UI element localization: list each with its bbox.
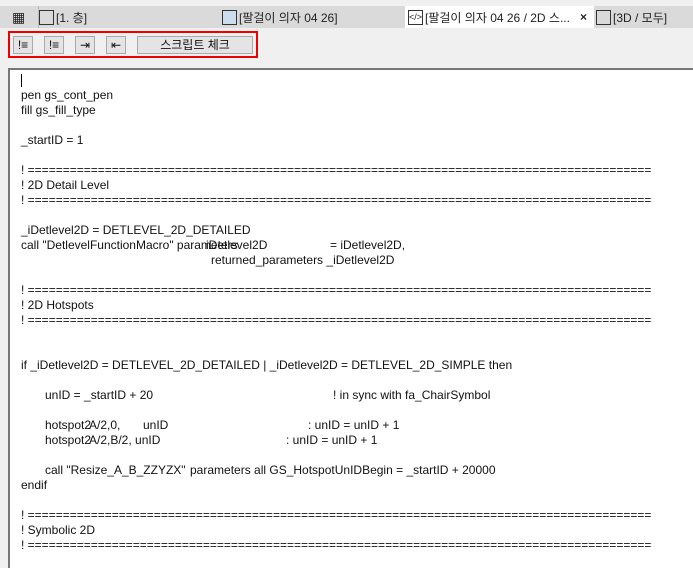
grid-icon: ▦ (12, 8, 26, 25)
code-line: if _iDetlevel2D = DETLEVEL_2D_DETAILED |… (21, 358, 513, 372)
separator-line: ! ======================================… (21, 538, 652, 552)
tab-object[interactable]: [팔걸이 의자 04 26] (222, 6, 338, 28)
script-editor[interactable]: pen gs_cont_pen fill gs_fill_type _start… (8, 68, 693, 568)
script-toolbar: !≡ !≡ ⇥ ⇤ 스크립트 체크 (8, 31, 258, 58)
floor-plan-icon (39, 9, 54, 25)
tab-3d[interactable]: [3D / 모두] (596, 6, 667, 28)
tab-2d-script[interactable]: </> [팔걸이 의자 04 26 / 2D 스... × (405, 6, 594, 28)
script-icon: </> (408, 9, 423, 25)
separator-line: ! ======================================… (21, 508, 652, 522)
text-cursor (21, 74, 22, 87)
view-grid-button[interactable]: ▦ (12, 6, 25, 28)
separator-line: ! ======================================… (21, 313, 652, 327)
code-line: _iDetlevel2D = DETLEVEL_2D_DETAILED (21, 223, 251, 237)
separator-line: ! ======================================… (21, 283, 652, 297)
section-heading: ! 2D Detail Level (21, 178, 110, 192)
code-line: unID = _startID + 20! in sync with fa_Ch… (45, 388, 491, 402)
separator-line: ! ======================================… (21, 163, 652, 177)
code-line: returned_parameters _iDetlevel2D (211, 253, 395, 267)
code-line: hotspot2 A/2,0, unID: unID = unID + 1 (45, 418, 400, 432)
close-tab-button[interactable]: × (580, 10, 587, 24)
section-heading: ! 2D Hotspots (21, 298, 94, 312)
code-line: hotspot2 A/2,B/2, unID: unID = unID + 1 (45, 433, 378, 447)
tab-floor[interactable]: [1. 층] (38, 6, 87, 28)
code-line: call "Resize_A_B_ZZYZX" parameters all GS… (45, 463, 496, 477)
object-icon (222, 9, 237, 25)
uncomment-icon: !≡ (48, 38, 60, 52)
code-line: endif (21, 478, 48, 492)
outdent-icon: ⇤ (110, 38, 122, 52)
code-line: pen gs_cont_pen (21, 88, 114, 102)
indent-button[interactable]: ⇥ (75, 36, 95, 54)
comment-button[interactable]: !≡ (13, 36, 33, 54)
section-heading: ! Symbolic 2D (21, 523, 96, 537)
outdent-button[interactable]: ⇤ (106, 36, 126, 54)
separator-line: ! ======================================… (21, 193, 652, 207)
3d-icon (596, 9, 611, 25)
comment-icon: !≡ (17, 38, 29, 52)
uncomment-button[interactable]: !≡ (44, 36, 64, 54)
script-check-button[interactable]: 스크립트 체크 (137, 36, 253, 54)
code-line: call "DetlevelFunctionMacro" parameters i… (21, 238, 406, 252)
tab-bar: ▦ [1. 층] [팔걸이 의자 04 26] </> [팔걸이 의자 04 26… (0, 6, 693, 28)
indent-icon: ⇥ (79, 38, 91, 52)
code-line: _startID = 1 (21, 133, 84, 147)
code-line: fill gs_fill_type (21, 103, 96, 117)
